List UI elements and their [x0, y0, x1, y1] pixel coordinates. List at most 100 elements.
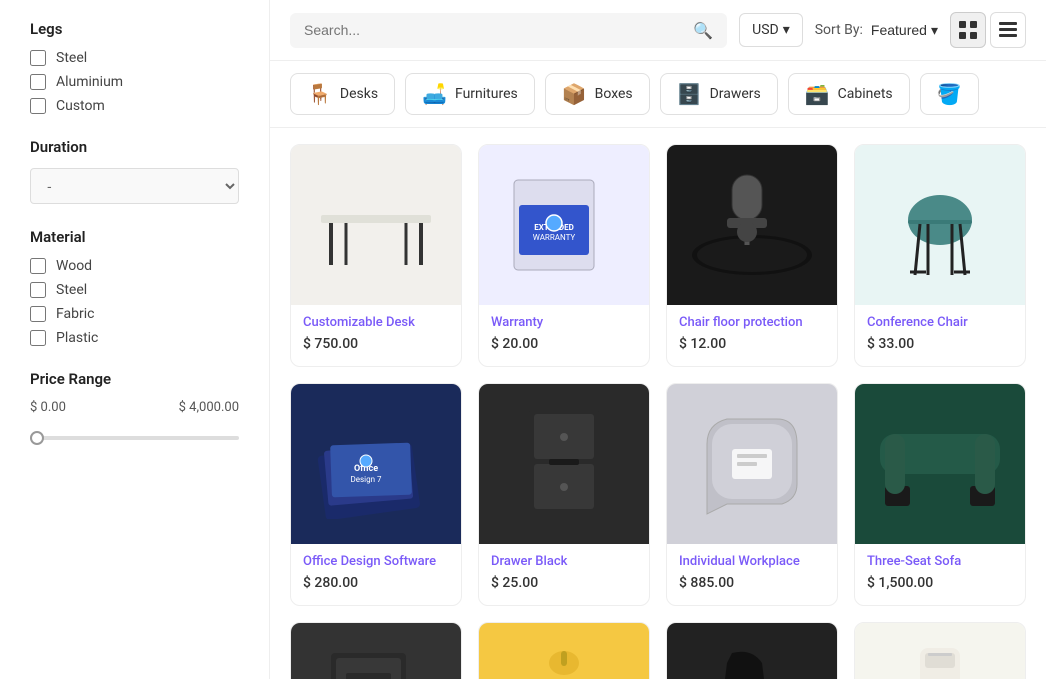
material-option-fabric[interactable]: Fabric	[30, 306, 239, 322]
product-info-7: Individual Workplace $ 885.00	[667, 544, 837, 605]
product-image-1	[291, 145, 461, 305]
material-label-plastic: Plastic	[56, 330, 98, 346]
product-info-4: Conference Chair $ 33.00	[855, 305, 1025, 366]
product-name-3: Chair floor protection	[679, 315, 825, 330]
material-checkbox-steel[interactable]	[30, 282, 46, 298]
main-content: 🔍 USD ▾ Sort By: Featured ▾	[270, 0, 1046, 679]
top-bar: 🔍 USD ▾ Sort By: Featured ▾	[270, 0, 1046, 61]
drawers-label: Drawers	[710, 86, 761, 102]
product-price-7: $ 885.00	[679, 575, 825, 591]
product-image-5: OfficeDesign 7	[291, 384, 461, 544]
product-image-2: EXTENDEDWARRANTY	[479, 145, 649, 305]
product-card-7[interactable]: Individual Workplace $ 885.00	[666, 383, 838, 606]
product-name-7: Individual Workplace	[679, 554, 825, 569]
material-checkbox-plastic[interactable]	[30, 330, 46, 346]
product-name-6: Drawer Black	[491, 554, 637, 569]
price-max: $ 4,000.00	[179, 400, 239, 415]
grid-view-button[interactable]	[950, 12, 986, 48]
search-wrapper: 🔍	[290, 13, 727, 48]
product-image-4	[855, 145, 1025, 305]
material-label-steel: Steel	[56, 282, 87, 298]
product-price-5: $ 280.00	[303, 575, 449, 591]
material-label-fabric: Fabric	[56, 306, 94, 322]
product-image-3	[667, 145, 837, 305]
sidebar: Legs Steel Aluminium Custom Duration - 1…	[0, 0, 270, 679]
legs-checkbox-steel[interactable]	[30, 50, 46, 66]
legs-option-aluminium[interactable]: Aluminium	[30, 74, 239, 90]
duration-filter: Duration - 1 Month 3 Months 1 Year	[30, 138, 239, 204]
price-slider[interactable]	[30, 436, 239, 440]
product-card-8[interactable]: Three-Seat Sofa $ 1,500.00	[854, 383, 1026, 606]
product-image-7	[667, 384, 837, 544]
desks-icon: 🪑	[307, 82, 332, 106]
list-view-button[interactable]	[990, 12, 1026, 48]
product-card-3[interactable]: Chair floor protection $ 12.00	[666, 144, 838, 367]
product-card-1[interactable]: Customizable Desk $ 750.00	[290, 144, 462, 367]
product-name-8: Three-Seat Sofa	[867, 554, 1013, 569]
duration-title: Duration	[30, 138, 239, 156]
category-tab-more[interactable]: 🪣	[920, 73, 979, 115]
search-input[interactable]	[304, 22, 685, 38]
svg-text:Design 7: Design 7	[351, 475, 382, 484]
view-toggle	[950, 12, 1026, 48]
material-option-steel[interactable]: Steel	[30, 282, 239, 298]
currency-chevron-icon: ▾	[783, 22, 790, 38]
sort-chevron-icon: ▾	[931, 22, 938, 39]
sort-button[interactable]: Featured ▾	[871, 22, 938, 39]
legs-option-custom[interactable]: Custom	[30, 98, 239, 114]
product-card-6[interactable]: Drawer Black $ 25.00	[478, 383, 650, 606]
product-image-11	[667, 623, 837, 679]
product-name-2: Warranty	[491, 315, 637, 330]
currency-selector[interactable]: USD ▾	[739, 13, 803, 47]
duration-select[interactable]: - 1 Month 3 Months 1 Year	[30, 168, 239, 204]
material-checkbox-fabric[interactable]	[30, 306, 46, 322]
legs-checkbox-custom[interactable]	[30, 98, 46, 114]
product-card-11[interactable]	[666, 622, 838, 679]
product-image-9	[291, 623, 461, 679]
product-card-5[interactable]: OfficeDesign 7 Office Design Software $ …	[290, 383, 462, 606]
product-card-9[interactable]	[290, 622, 462, 679]
category-tab-furnitures[interactable]: 🛋️ Furnitures	[405, 73, 535, 115]
product-card-12[interactable]	[854, 622, 1026, 679]
category-tab-drawers[interactable]: 🗄️ Drawers	[660, 73, 778, 115]
boxes-label: Boxes	[595, 86, 633, 102]
legs-label-custom: Custom	[56, 98, 105, 114]
material-title: Material	[30, 228, 239, 246]
product-card-4[interactable]: Conference Chair $ 33.00	[854, 144, 1026, 367]
product-price-4: $ 33.00	[867, 336, 1013, 352]
material-label-wood: Wood	[56, 258, 92, 274]
product-info-6: Drawer Black $ 25.00	[479, 544, 649, 605]
legs-label-steel: Steel	[56, 50, 87, 66]
product-card-2[interactable]: EXTENDEDWARRANTY Warranty $ 20.00	[478, 144, 650, 367]
more-icon: 🪣	[937, 82, 962, 106]
material-checkbox-wood[interactable]	[30, 258, 46, 274]
product-price-1: $ 750.00	[303, 336, 449, 352]
price-title: Price Range	[30, 370, 239, 388]
product-price-2: $ 20.00	[491, 336, 637, 352]
desks-label: Desks	[340, 86, 378, 102]
product-price-6: $ 25.00	[491, 575, 637, 591]
category-tab-desks[interactable]: 🪑 Desks	[290, 73, 395, 115]
sort-wrapper: Sort By: Featured ▾	[815, 22, 938, 39]
product-grid-wrapper: Customizable Desk $ 750.00 EXTENDEDWARRA…	[270, 128, 1046, 679]
material-option-wood[interactable]: Wood	[30, 258, 239, 274]
legs-title: Legs	[30, 20, 239, 38]
cabinets-label: Cabinets	[838, 86, 893, 102]
legs-option-steel[interactable]: Steel	[30, 50, 239, 66]
legs-checkbox-aluminium[interactable]	[30, 74, 46, 90]
sort-value: Featured	[871, 22, 927, 38]
currency-label: USD	[752, 22, 779, 38]
material-option-plastic[interactable]: Plastic	[30, 330, 239, 346]
product-name-4: Conference Chair	[867, 315, 1013, 330]
product-image-10	[479, 623, 649, 679]
category-tab-boxes[interactable]: 📦 Boxes	[545, 73, 650, 115]
product-card-10[interactable]	[478, 622, 650, 679]
product-name-5: Office Design Software	[303, 554, 449, 569]
category-tab-cabinets[interactable]: 🗃️ Cabinets	[788, 73, 910, 115]
price-range-filter: Price Range $ 0.00 $ 4,000.00	[30, 370, 239, 444]
boxes-icon: 📦	[562, 82, 587, 106]
product-price-8: $ 1,500.00	[867, 575, 1013, 591]
furnitures-label: Furnitures	[455, 86, 518, 102]
sort-label: Sort By:	[815, 22, 863, 38]
search-icon: 🔍	[693, 21, 713, 40]
